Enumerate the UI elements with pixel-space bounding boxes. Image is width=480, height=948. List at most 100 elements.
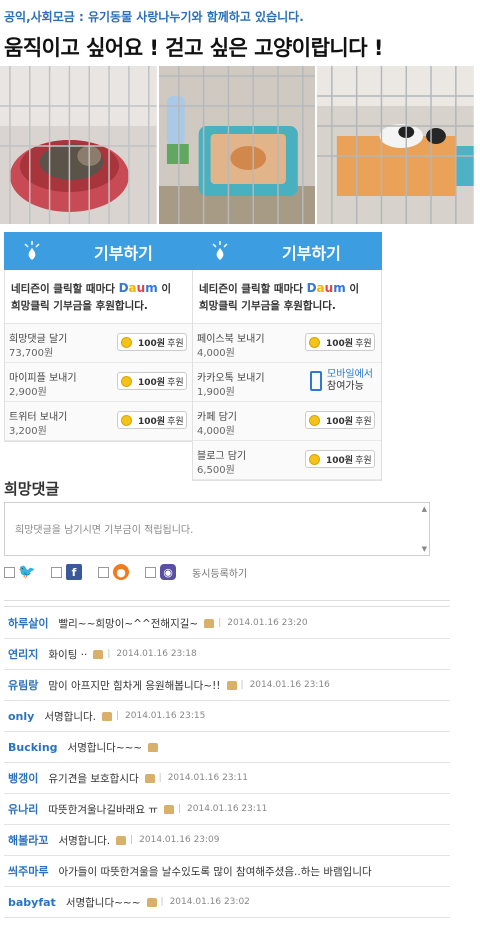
comment-time: 2014.01.16 23:15 xyxy=(125,711,206,721)
mobile-line1: 모바일에서 xyxy=(327,369,373,380)
cat-photo-3 xyxy=(317,66,477,224)
donate-button-label: 기부하기 xyxy=(282,244,341,263)
donate-row-mypeople: 마이피플 보내기 2,900원 100원 후원 xyxy=(5,363,193,402)
comment-text: 화이팅 ·· xyxy=(48,648,88,661)
pill-unit: 후원 xyxy=(355,455,372,466)
list-item: Bucking 서명합니다~~~ xyxy=(4,732,450,763)
coin-icon xyxy=(309,414,320,426)
comment-time: 2014.01.16 23:09 xyxy=(139,835,220,845)
donate-100-button[interactable]: 100원 후원 xyxy=(117,372,187,390)
comment-author[interactable]: Bucking xyxy=(8,741,58,754)
lock-icon[interactable] xyxy=(226,680,237,690)
row-count: 4,000원 xyxy=(197,348,235,359)
lock-icon[interactable] xyxy=(163,804,174,814)
comment-author[interactable]: 유나리 xyxy=(8,801,38,817)
donate-notice: 네티즌이 클릭할 때마다 Daum 이 희망클릭 기부금을 후원합니다. xyxy=(193,270,381,324)
coin-icon xyxy=(309,336,320,348)
list-item: only 서명합니다. | 2014.01.16 23:15 xyxy=(4,701,450,732)
divider: | xyxy=(177,804,182,814)
comment-author[interactable]: 하루살이 xyxy=(8,615,48,631)
lock-icon[interactable] xyxy=(101,711,112,721)
comment-text: 따뜻한겨울나길바래요 ㅠ xyxy=(48,803,158,816)
twitter-checkbox[interactable] xyxy=(4,566,15,578)
pill-amount: 100원 xyxy=(138,416,166,427)
twitter-icon: 🐦 xyxy=(18,564,36,580)
row-title: 페이스북 보내기 xyxy=(197,334,265,345)
comment-text: 빨리~~희망이~^^전해지길~ xyxy=(58,617,199,630)
photo-strip xyxy=(0,66,477,224)
donate-100-button[interactable]: 100원 후원 xyxy=(305,450,375,468)
divider xyxy=(4,606,450,607)
mobile-line2: 참여가능 xyxy=(327,381,364,392)
row-title: 마이피플 보내기 xyxy=(9,373,77,384)
donate-row-twitter: 트위터 보내기 3,200원 100원 후원 xyxy=(5,402,193,441)
donate-panel-left: 기부하기 네티즌이 클릭할 때마다 Daum 이 희망클릭 기부금을 후원합니다… xyxy=(4,232,194,442)
donate-button[interactable]: 기부하기 xyxy=(192,232,382,270)
comment-list: 하루살이 빨리~~희망이~^^전해지길~ | 2014.01.16 23:20 … xyxy=(4,608,450,918)
comment-input[interactable]: 희망댓글을 남기시면 기부금이 적립됩니다. ▲ ▼ xyxy=(4,502,430,556)
divider: | xyxy=(218,618,222,628)
comment-time: 2014.01.16 23:16 xyxy=(249,680,330,690)
comment-placeholder: 희망댓글을 남기시면 기부금이 적립됩니다. xyxy=(15,525,194,536)
comment-author[interactable]: 연리지 xyxy=(8,646,38,662)
comment-author[interactable]: babyfat xyxy=(8,896,56,909)
coin-icon xyxy=(121,336,132,348)
comment-time: 2014.01.16 23:11 xyxy=(167,773,249,783)
row-title: 블로그 담기 xyxy=(197,451,247,462)
divider: | xyxy=(158,773,162,783)
coin-icon xyxy=(121,414,132,426)
divider: | xyxy=(160,897,164,907)
lock-icon[interactable] xyxy=(146,897,157,907)
daum-checkbox[interactable] xyxy=(98,566,109,578)
comment-author[interactable]: 씌주마루 xyxy=(8,863,48,879)
comment-author[interactable]: 해볼라꼬 xyxy=(8,832,48,848)
comment-author[interactable]: 뱅갱이 xyxy=(8,770,38,786)
row-count: 3,200원 xyxy=(9,426,47,437)
cat-photo-2 xyxy=(158,66,318,224)
row-count: 1,900원 xyxy=(197,387,235,398)
scroll-down-icon[interactable]: ▼ xyxy=(422,545,427,553)
row-count: 73,700원 xyxy=(9,348,54,359)
lock-icon[interactable] xyxy=(116,835,127,845)
pill-unit: 후원 xyxy=(167,416,184,427)
donate-row-comment: 희망댓글 달기 73,700원 100원 후원 xyxy=(5,324,193,363)
lock-icon[interactable] xyxy=(148,742,159,752)
page-title: 움직이고 싶어요 ! 걷고 싶은 고양이랍니다 ! xyxy=(4,36,383,60)
divider: | xyxy=(240,680,244,690)
donate-100-button[interactable]: 100원 후원 xyxy=(305,333,375,351)
list-item: 씌주마루 아가들이 따뜻한겨울을 날수있도록 많이 참여해주셨음..하는 바램입… xyxy=(4,856,450,887)
donate-100-button[interactable]: 100원 후원 xyxy=(117,333,187,351)
coin-icon xyxy=(121,375,132,387)
pill-amount: 100원 xyxy=(326,338,354,349)
lock-icon[interactable] xyxy=(144,773,155,783)
share-options: 🐦 f ● ◉ 동시등록하기 xyxy=(4,564,247,580)
notice-suffix: 이 xyxy=(349,283,360,295)
comment-author[interactable]: only xyxy=(8,710,34,723)
row-title: 희망댓글 달기 xyxy=(9,334,68,345)
divider: | xyxy=(115,711,120,721)
water-drop-icon xyxy=(212,241,228,260)
comment-author[interactable]: 유림랑 xyxy=(8,677,38,693)
mobile-participation: 모바일에서 참여가능 xyxy=(310,369,373,393)
row-count: 2,900원 xyxy=(9,387,47,398)
list-item: 연리지 화이팅 ·· | 2014.01.16 23:18 xyxy=(4,639,450,670)
yozm-icon: ◉ xyxy=(160,564,176,580)
lock-icon[interactable] xyxy=(93,649,104,659)
divider xyxy=(4,600,450,601)
comment-text: 서명합니다~~~ xyxy=(67,741,143,754)
lock-icon[interactable] xyxy=(204,618,215,628)
donate-100-button[interactable]: 100원 후원 xyxy=(117,411,187,429)
scroll-up-icon[interactable]: ▲ xyxy=(422,505,427,513)
facebook-icon: f xyxy=(66,564,82,580)
donate-row-kakaotalk: 카카오톡 보내기 1,900원 모바일에서 참여가능 xyxy=(193,363,381,402)
donate-100-button[interactable]: 100원 후원 xyxy=(305,411,375,429)
list-item: 유나리 따뜻한겨울나길바래요 ㅠ | 2014.01.16 23:11 xyxy=(4,794,450,825)
facebook-checkbox[interactable] xyxy=(51,566,62,578)
pill-amount: 100원 xyxy=(138,377,166,388)
donate-button[interactable]: 기부하기 xyxy=(4,232,194,270)
notice-line2: 희망클릭 기부금을 후원합니다. xyxy=(199,300,336,312)
yozm-checkbox[interactable] xyxy=(145,566,156,578)
donate-row-facebook: 페이스북 보내기 4,000원 100원 후원 xyxy=(193,324,381,363)
comment-time: 2014.01.16 23:11 xyxy=(187,804,268,814)
list-item: 뱅갱이 유기견을 보호합시다 | 2014.01.16 23:11 xyxy=(4,763,450,794)
